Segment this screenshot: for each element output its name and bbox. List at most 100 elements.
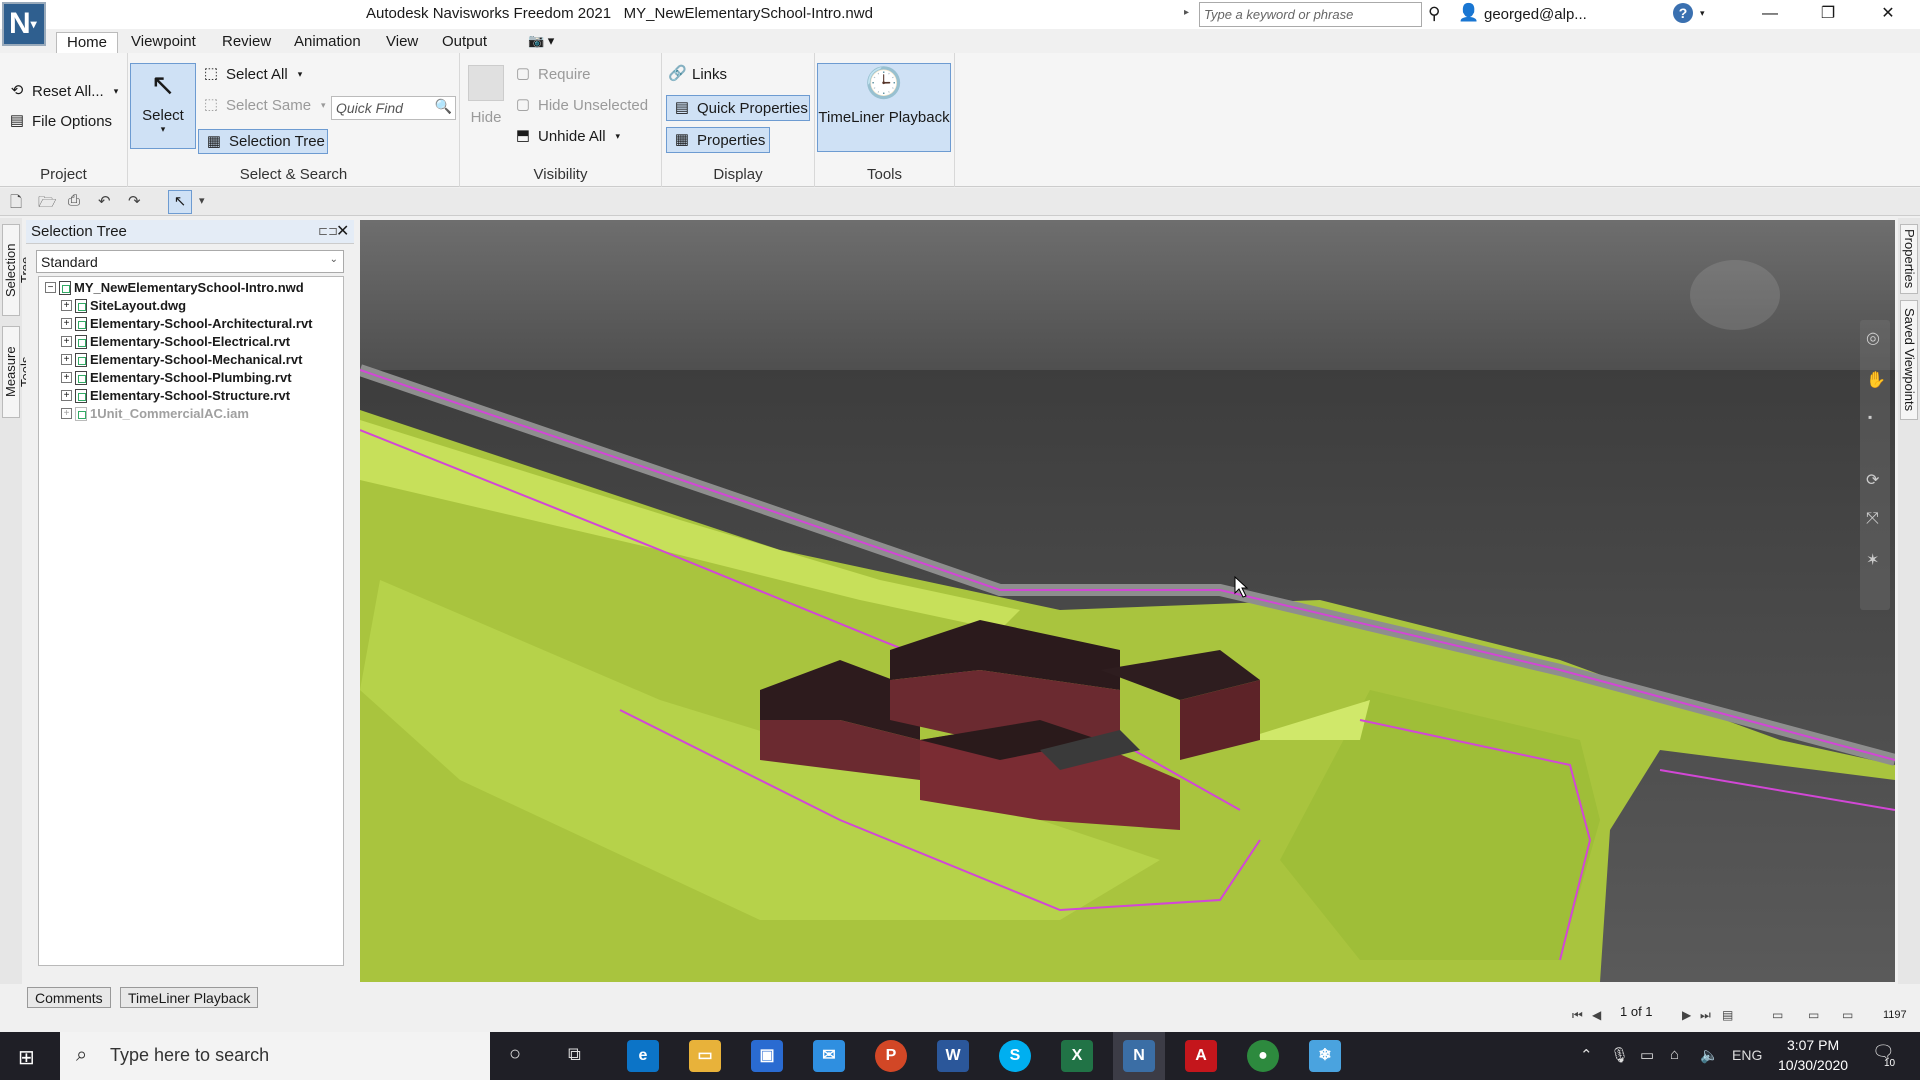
tab-view[interactable]: View [376, 32, 428, 51]
properties-button[interactable]: ▦ Properties [666, 127, 770, 153]
timeliner-playback-button[interactable]: 🕒 TimeLiner Playback [817, 63, 951, 152]
network-icon[interactable]: ⌂ [1670, 1046, 1679, 1063]
chrome-icon[interactable]: ● [1247, 1040, 1279, 1072]
tree-item[interactable]: + SiteLayout.dwg [61, 298, 186, 313]
user-icon[interactable]: 👤 [1458, 3, 1479, 23]
powerpoint-icon[interactable]: P [875, 1040, 907, 1072]
word-icon[interactable]: W [937, 1040, 969, 1072]
expand-icon[interactable]: + [61, 300, 72, 311]
tab-viewpoint[interactable]: Viewpoint [121, 32, 206, 51]
tree-item[interactable]: + Elementary-School-Structure.rvt [61, 388, 290, 403]
undo-icon[interactable]: ↶ [98, 192, 111, 210]
close-button[interactable]: ✕ [1860, 0, 1916, 29]
require-button[interactable]: ▢ Require [514, 65, 591, 83]
cortana-icon[interactable]: ○ [509, 1043, 521, 1066]
tab-animation[interactable]: Animation [284, 32, 371, 51]
steering-wheel-icon[interactable]: ◎ [1866, 328, 1880, 348]
next-page-icon[interactable]: ▶ [1682, 1008, 1691, 1022]
edge-icon[interactable]: e [627, 1040, 659, 1072]
minimize-button[interactable]: — [1742, 0, 1798, 29]
side-tab-selection-tree[interactable]: Selection Tree [2, 224, 33, 316]
application-menu-button[interactable]: N▾ [2, 2, 46, 46]
first-page-icon[interactable]: ⏮ [1572, 1008, 1583, 1023]
toolbar-dropdown-icon[interactable]: ▾ [199, 194, 205, 207]
prev-page-icon[interactable]: ◀ [1592, 1008, 1601, 1022]
expand-icon[interactable]: + [61, 336, 72, 347]
pan-icon[interactable]: ✋ [1866, 370, 1886, 390]
hide-button[interactable]: Hide [464, 65, 508, 126]
expand-icon[interactable]: + [61, 408, 72, 419]
tree-item[interactable]: + Elementary-School-Plumbing.rvt [61, 370, 292, 385]
scene-viewport[interactable]: ◎ ✋ ▪ ⟳ ⤧ ✶ [360, 220, 1895, 982]
help-icon[interactable]: ? [1673, 3, 1693, 23]
selection-tree-button[interactable]: ▦ Selection Tree [198, 129, 328, 154]
tree-item[interactable]: + Elementary-School-Electrical.rvt [61, 334, 290, 349]
select-tool-icon[interactable]: ↖ [168, 190, 192, 214]
volume-icon[interactable]: 🔈 [1700, 1046, 1719, 1064]
print-icon[interactable]: ⎙ [68, 192, 80, 209]
store-icon[interactable]: ▣ [751, 1040, 783, 1072]
clock[interactable]: 3:07 PM 10/30/2020 [1778, 1035, 1848, 1075]
tab-comments[interactable]: Comments [27, 987, 111, 1008]
panel-close-icon[interactable]: ✕ [336, 221, 349, 241]
new-icon[interactable]: 🗋 [10, 192, 22, 217]
select-button[interactable]: ↖ Select ▾ [130, 63, 196, 149]
orbit-icon[interactable]: ⟳ [1866, 470, 1879, 490]
mail-icon[interactable]: ✉ [813, 1040, 845, 1072]
snowflake-app-icon[interactable]: ❄ [1309, 1040, 1341, 1072]
tree-mode-select[interactable]: Standard ⌄ [36, 250, 344, 273]
restore-button[interactable]: ❐ [1800, 0, 1856, 29]
zoom-icon[interactable]: ▪ [1868, 410, 1872, 424]
tab-timeliner-playback[interactable]: TimeLiner Playback [120, 987, 259, 1008]
expand-icon[interactable]: + [61, 390, 72, 401]
look-icon[interactable]: ⤧ [1866, 510, 1879, 528]
collapse-icon[interactable]: − [45, 282, 56, 293]
microphone-icon[interactable]: 🎙 [1610, 1046, 1629, 1064]
help-search-input[interactable]: Type a keyword or phrase [1199, 2, 1422, 27]
last-page-icon[interactable]: ⏭ [1700, 1008, 1711, 1023]
binoculars-icon[interactable]: ⚲ [1428, 4, 1440, 24]
skype-icon[interactable]: S [999, 1040, 1031, 1072]
taskbar-search[interactable]: ⌕ Type here to search [60, 1032, 490, 1080]
find-icon[interactable]: 🔍 [435, 98, 452, 115]
reset-all-button[interactable]: ⟲ Reset All... ▾ [8, 82, 119, 100]
excel-icon[interactable]: X [1061, 1040, 1093, 1072]
tab-home[interactable]: Home [56, 32, 119, 54]
user-account[interactable]: georged@alp... [1484, 6, 1587, 23]
quick-properties-button[interactable]: ▤ Quick Properties [666, 95, 810, 121]
side-tab-saved-viewpoints[interactable]: Saved Viewpoints [1900, 300, 1918, 420]
links-button[interactable]: 🔗 Links [668, 65, 727, 83]
open-icon[interactable]: 🗁 [38, 192, 57, 217]
side-tab-properties[interactable]: Properties [1900, 224, 1918, 294]
help-dropdown-icon[interactable]: ▾ [1700, 8, 1705, 19]
expand-arrow-icon[interactable]: ▸ [1184, 7, 1189, 18]
select-all-button[interactable]: ⬚ Select All ▾ [202, 65, 302, 83]
show-hidden-icons[interactable]: ⌃ [1580, 1046, 1593, 1064]
expand-icon[interactable]: + [61, 318, 72, 329]
quick-find-input[interactable]: Quick Find 🔍 [331, 96, 456, 120]
sheet-browser-icon[interactable]: ▤ [1722, 1008, 1733, 1022]
side-tab-measure-tools[interactable]: Measure Tools [2, 326, 33, 418]
camera-icon[interactable]: 📷 ▾ [528, 33, 554, 49]
battery-icon[interactable]: ▭ [1640, 1046, 1654, 1064]
windows-start-icon[interactable]: ⊞ [18, 1045, 35, 1070]
view-cube[interactable] [1690, 260, 1780, 330]
unhide-all-button[interactable]: ⬒ Unhide All ▾ [514, 127, 620, 145]
tab-output[interactable]: Output [432, 32, 497, 51]
file-explorer-icon[interactable]: ▭ [689, 1040, 721, 1072]
expand-icon[interactable]: + [61, 354, 72, 365]
select-same-button[interactable]: ⬚ Select Same ▾ [202, 96, 326, 114]
file-options-button[interactable]: ▤ File Options [8, 112, 112, 130]
tab-review[interactable]: Review [212, 32, 281, 51]
redo-icon[interactable]: ↷ [128, 192, 141, 210]
acrobat-icon[interactable]: A [1185, 1040, 1217, 1072]
tree-item-hidden[interactable]: + 1Unit_CommercialAC.iam [61, 406, 249, 421]
expand-icon[interactable]: + [61, 372, 72, 383]
language-indicator[interactable]: ENG [1732, 1047, 1762, 1063]
hide-unselected-button[interactable]: ▢ Hide Unselected [514, 96, 648, 114]
task-view-icon[interactable]: ⧉ [568, 1044, 581, 1065]
tree-item[interactable]: + Elementary-School-Mechanical.rvt [61, 352, 302, 367]
navisworks-icon[interactable]: N [1123, 1040, 1155, 1072]
walk-icon[interactable]: ✶ [1866, 550, 1879, 570]
tree-root[interactable]: − MY_NewElementarySchool-Intro.nwd [45, 280, 304, 295]
